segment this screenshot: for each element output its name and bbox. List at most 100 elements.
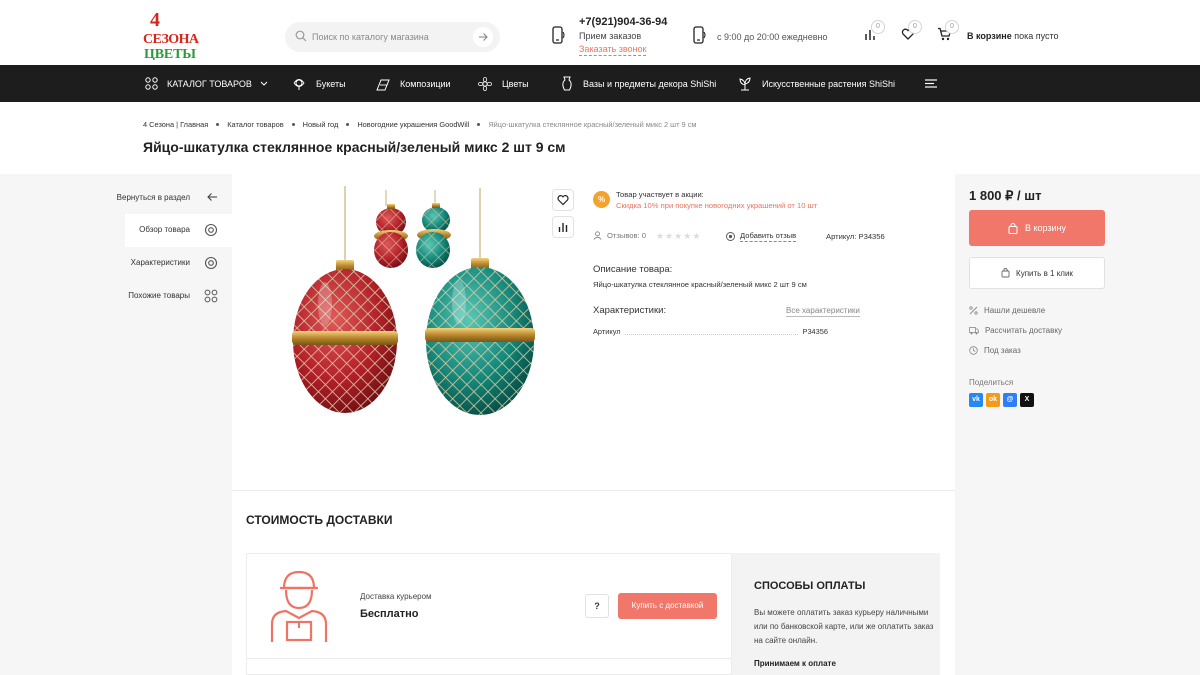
calculate-delivery-link[interactable]: Рассчитать доставку — [969, 326, 1062, 335]
description-heading: Описание товара: — [593, 264, 673, 275]
x-icon[interactable]: X — [1020, 393, 1034, 407]
arrow-right-icon — [479, 33, 488, 41]
payment-heading: СПОСОБЫ ОПЛАТЫ — [754, 580, 866, 592]
star-icon: ★ — [656, 231, 665, 241]
breadcrumb-separator — [291, 122, 295, 126]
composition-icon — [376, 79, 390, 90]
logo[interactable]: 4 СЕЗОНА ЦВЕТЫ — [142, 8, 202, 60]
product-image[interactable] — [283, 186, 553, 434]
delivery-price: Бесплатно — [360, 608, 419, 620]
tab-characteristics[interactable]: Характеристики — [110, 247, 232, 280]
nav-item-label: Искусственные растения ShiShi — [762, 78, 896, 89]
divider — [247, 658, 733, 659]
tab-overview[interactable]: Обзор товара — [125, 214, 232, 247]
share-heading: Поделиться — [969, 378, 1014, 387]
tab-similar-products[interactable]: Похожие товары — [110, 280, 232, 313]
on-order-link[interactable]: Под заказ — [969, 346, 1021, 355]
page-title: Яйцо-шкатулка стеклянное красный/зеленый… — [143, 139, 566, 155]
logo-number: 4 — [150, 9, 160, 31]
row-leader — [623, 334, 798, 335]
add-to-cart-label: В корзину — [1024, 223, 1067, 233]
nav-catalog-label: КАТАЛОГ ТОВАРОВ — [167, 78, 252, 89]
favorites-button[interactable]: 0 — [901, 20, 922, 41]
star-icon: ★ — [692, 231, 701, 241]
delivery-info-button[interactable]: ? — [585, 594, 609, 618]
breadcrumb-item[interactable]: 4 Сезона | Главная — [143, 120, 208, 129]
description-text: Яйцо-шкатулка стеклянное красный/зеленый… — [593, 280, 807, 289]
share-buttons: vk ok @ X — [969, 393, 1037, 407]
add-to-compare-button[interactable] — [552, 216, 574, 238]
nav-item-vases[interactable]: Вазы и предметы декора ShiShi — [560, 65, 716, 102]
breadcrumb-item[interactable]: Новый год — [303, 120, 339, 129]
ok-icon[interactable]: ok — [986, 393, 1000, 407]
star-icon: ★ — [665, 231, 674, 241]
breadcrumb-item[interactable]: Новогодние украшения GoodWill — [357, 120, 469, 129]
truck-icon — [969, 327, 979, 335]
flower-icon — [477, 76, 492, 91]
tab-label: Похожие товары — [128, 291, 190, 300]
nav-item-flowers[interactable]: Цветы — [477, 65, 529, 102]
search-submit-button[interactable] — [473, 27, 493, 47]
cart-status[interactable]: В корзине пока пусто — [967, 31, 1059, 41]
target-icon — [204, 223, 218, 237]
logo-word-flowers: ЦВЕТЫ — [144, 47, 196, 60]
promo-percent-icon: % — [593, 191, 610, 208]
shopping-bag-icon — [1001, 268, 1010, 278]
callback-link[interactable]: Заказать звонок — [579, 44, 647, 56]
main-navigation: КАТАЛОГ ТОВАРОВ Букеты Композиции Цветы … — [0, 65, 1200, 102]
characteristics-heading: Характеристики: — [593, 305, 667, 316]
nav-item-label: Вазы и предметы декора ShiShi — [583, 78, 717, 89]
search-input[interactable]: Поиск по каталогу магазина — [312, 32, 429, 42]
plant-icon — [739, 76, 751, 90]
breadcrumb-separator — [346, 122, 350, 126]
reviews-count[interactable]: Отзывов: 0 — [593, 231, 646, 240]
nav-item-compositions[interactable]: Композиции — [375, 65, 451, 102]
found-cheaper-label: Нашли дешевле — [984, 306, 1046, 315]
percent-icon — [969, 306, 978, 315]
buy-one-click-label: Купить в 1 клик — [1016, 268, 1073, 278]
phone-caption: Прием заказов — [579, 31, 642, 41]
logo-word-season: СЕЗОНА — [143, 32, 200, 47]
payment-text: Вы можете оплатить заказ курьеру наличны… — [754, 608, 934, 645]
buy-one-click-button[interactable]: Купить в 1 клик — [969, 257, 1105, 289]
buy-with-delivery-button[interactable]: Купить с доставкой — [618, 593, 717, 619]
compare-button[interactable]: 0 — [864, 20, 885, 41]
add-to-cart-button[interactable]: В корзину — [969, 210, 1105, 246]
payment-accepted-label: Принимаем к оплате — [754, 659, 836, 668]
nav-item-artificial-plants[interactable]: Искусственные растения ShiShi — [737, 65, 895, 102]
menu-burger-button[interactable] — [925, 79, 937, 88]
search-box[interactable]: Поиск по каталогу магазина — [285, 22, 500, 52]
breadcrumb-item[interactable]: Каталог товаров — [227, 120, 283, 129]
nav-catalog[interactable]: КАТАЛОГ ТОВАРОВ — [145, 65, 268, 102]
tab-label: Обзор товара — [139, 225, 190, 234]
bouquet-icon — [293, 78, 305, 90]
delivery-heading: СТОИМОСТЬ ДОСТАВКИ — [246, 513, 393, 527]
star-icon: ★ — [674, 231, 683, 241]
favorites-count-badge: 0 — [908, 20, 922, 34]
product-price: 1 800 ₽ / шт — [969, 188, 1042, 203]
breadcrumb: 4 Сезона | Главная Каталог товаров Новый… — [143, 118, 697, 130]
add-review-button[interactable]: Добавить отзыв — [726, 231, 797, 242]
add-review-label: Добавить отзыв — [740, 231, 797, 242]
search-icon — [295, 30, 307, 42]
product-sku: Артикул: P34356 — [826, 232, 885, 241]
nav-item-bouquets[interactable]: Букеты — [291, 65, 346, 102]
characteristic-key: Артикул — [593, 327, 624, 336]
vase-icon — [562, 76, 572, 91]
phone-number[interactable]: +7(921)904-36-94 — [579, 16, 667, 28]
cart-button[interactable]: 0 — [937, 20, 959, 41]
vk-icon[interactable]: vk — [969, 393, 983, 407]
all-characteristics-link[interactable]: Все характеристики — [786, 306, 860, 317]
reviews-label: Отзывов: 0 — [607, 231, 646, 240]
back-to-section-link[interactable]: Вернуться в раздел — [110, 182, 232, 214]
promo-link[interactable]: Скидка 10% при покупке новогодних украше… — [616, 201, 817, 210]
cart-status-label: В корзине — [967, 31, 1012, 41]
working-hours: с 9:00 до 20:00 ежедневно — [717, 32, 828, 42]
grid-circles-icon — [204, 289, 218, 303]
breadcrumb-current: Яйцо-шкатулка стеклянное красный/зеленый… — [488, 119, 697, 129]
shopping-bag-icon — [1008, 222, 1018, 234]
found-cheaper-link[interactable]: Нашли дешевле — [969, 306, 1045, 315]
add-to-favorites-button[interactable] — [552, 189, 574, 211]
mail-icon[interactable]: @ — [1003, 393, 1017, 407]
clock-icon — [969, 346, 978, 355]
